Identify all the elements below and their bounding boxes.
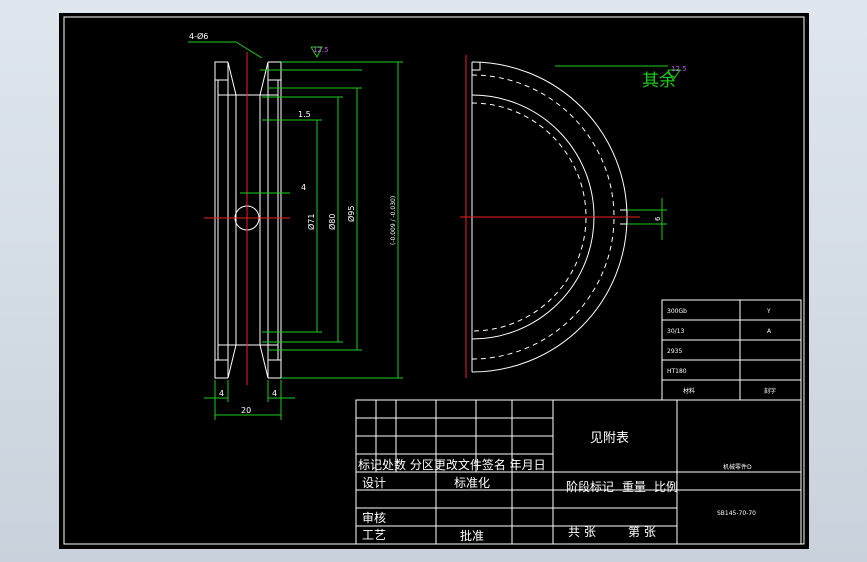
dim-outer-tol: (-0.009 / -0.030) bbox=[390, 196, 397, 245]
sheet-no-label: 第 张 bbox=[628, 525, 656, 539]
design-label: 设计 bbox=[362, 476, 386, 490]
dim-holes: 4-Ø6 bbox=[189, 31, 208, 41]
part-name: 机械零件D bbox=[723, 463, 752, 471]
spec-row-2-val: A bbox=[767, 328, 772, 335]
spec-row-4-key: HT180 bbox=[667, 368, 687, 375]
spec-row-1-key: 300Gb bbox=[667, 308, 687, 315]
cad-drawing: 4-Ø6 1.5 4 4 4 20 Ø71 Ø80 Ø95 (-0.009 / … bbox=[63, 16, 805, 545]
spec-row-1-val: Y bbox=[766, 308, 771, 315]
dim-dia-inner: Ø71 bbox=[306, 214, 316, 230]
dim-side-right: 4 bbox=[272, 389, 277, 398]
title-block bbox=[355, 399, 802, 545]
see-attached: 见附表 bbox=[590, 431, 629, 446]
spec-row-5-key: 材料 bbox=[683, 387, 695, 395]
section-view bbox=[214, 61, 282, 379]
header-row: 标记处数 分区更改文件签名 年月日 bbox=[358, 457, 546, 472]
dimensions-right bbox=[555, 65, 681, 240]
spec-table bbox=[661, 299, 802, 401]
weight-label: 重量 bbox=[622, 480, 646, 494]
rest-label: 其余 bbox=[642, 71, 676, 91]
process-label: 工艺 bbox=[362, 528, 386, 542]
dim-d2: 4 bbox=[301, 183, 306, 192]
drawing-no: SB145-70-70 bbox=[717, 510, 756, 517]
drawing-canvas: 4-Ø6 1.5 4 4 4 20 Ø71 Ø80 Ø95 (-0.009 / … bbox=[59, 13, 809, 549]
dim-width: 20 bbox=[241, 406, 251, 415]
dim-dia-outer: Ø95 bbox=[346, 206, 356, 222]
scale-label: 比例 bbox=[654, 480, 678, 494]
approve-label: 批准 bbox=[460, 528, 484, 543]
review-label: 审核 bbox=[362, 510, 386, 525]
total-sheets-label: 共 张 bbox=[568, 525, 596, 539]
dim-d1: 1.5 bbox=[298, 110, 311, 119]
roughness-top: 12.5 bbox=[313, 46, 329, 54]
spec-row-2-key: 30/13 bbox=[667, 328, 684, 335]
spec-row-3-key: 2935 bbox=[667, 348, 682, 355]
standardize-label: 标准化 bbox=[454, 476, 490, 490]
dim-dia-mid: Ø80 bbox=[327, 214, 337, 230]
dimensions-left bbox=[188, 41, 403, 420]
spec-row-5-val: 刻字 bbox=[764, 387, 776, 395]
roughness-rest: 12.5 bbox=[671, 65, 687, 73]
dim-side-left: 4 bbox=[219, 389, 224, 398]
stage-mark-label: 阶段标记 bbox=[566, 479, 614, 494]
dim-slot: 6 bbox=[654, 216, 662, 221]
